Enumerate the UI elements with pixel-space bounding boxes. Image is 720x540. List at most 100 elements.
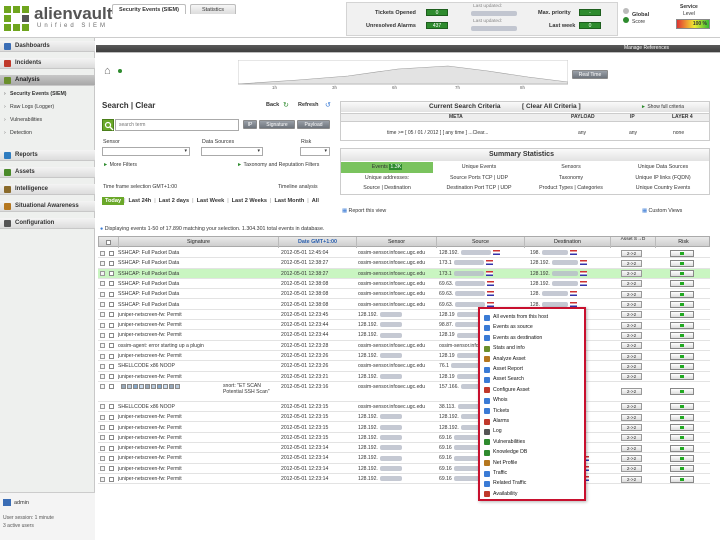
- asset-value[interactable]: 2->2: [621, 424, 642, 431]
- row-checkbox[interactable]: [109, 260, 114, 266]
- row-expand-icon[interactable]: [100, 476, 105, 482]
- event-source[interactable]: 69.63.: [439, 289, 533, 299]
- table-row[interactable]: ossim-agent: error starting up a plugin 2…: [98, 341, 710, 351]
- context-menu-item-traffic[interactable]: Traffic: [484, 469, 507, 478]
- summary-unique-datasources[interactable]: Unique Data Sources: [617, 162, 709, 172]
- asset-value[interactable]: 2->2: [621, 270, 642, 278]
- time-link-last-2-weeks[interactable]: Last 2 Weeks: [229, 197, 270, 205]
- event-sensor[interactable]: 128.192.: [358, 464, 438, 474]
- asset-value[interactable]: 2->2: [621, 403, 642, 411]
- context-menu-item-asset-search[interactable]: Asset Search: [484, 375, 524, 384]
- signature-tag-icon[interactable]: [151, 384, 156, 390]
- event-signature[interactable]: SSHCAP: Full Packet Data: [118, 300, 276, 310]
- signature-tag-icon[interactable]: [127, 384, 132, 390]
- taxonomy-link[interactable]: ► Taxonomy and Reputation Filters: [237, 162, 319, 168]
- context-menu-item-asset-report[interactable]: Asset Report: [484, 365, 523, 374]
- col-risk[interactable]: Risk: [656, 237, 711, 248]
- context-menu-item-vulnerabilities[interactable]: Vulnerabilities: [484, 438, 525, 447]
- manage-references-link[interactable]: Manage References: [624, 45, 669, 51]
- table-row[interactable]: SSHCAP: Full Packet Data 2012-05-01 12:38…: [98, 258, 710, 269]
- sidebar-section-analysis[interactable]: Analysis: [0, 75, 95, 86]
- sidebar-section-assets[interactable]: Assets: [0, 167, 95, 178]
- context-menu-item-tickets[interactable]: Tickets: [484, 407, 509, 416]
- payload-button[interactable]: Payload: [297, 120, 330, 129]
- context-menu-item-net-profile[interactable]: Net Profile: [484, 459, 517, 468]
- row-expand-icon[interactable]: [100, 363, 105, 369]
- row-expand-icon[interactable]: [100, 353, 105, 359]
- row-checkbox[interactable]: [109, 435, 114, 441]
- context-menu-item-whois[interactable]: Whois: [484, 396, 507, 405]
- event-signature[interactable]: SHELLCODE x86 NOOP: [118, 402, 276, 412]
- event-destination[interactable]: 198.: [530, 248, 608, 258]
- event-source[interactable]: 173.1: [439, 269, 533, 279]
- event-destination[interactable]: 128.192.: [530, 258, 608, 268]
- row-checkbox[interactable]: [109, 374, 114, 380]
- refresh-link[interactable]: Refresh: [298, 102, 318, 108]
- row-expand-icon[interactable]: [100, 445, 105, 451]
- row-checkbox[interactable]: [109, 302, 114, 307]
- max-priority-value[interactable]: -: [579, 9, 601, 16]
- context-menu-item-events-as-source[interactable]: Events as source: [484, 323, 533, 332]
- col-select[interactable]: [99, 237, 119, 248]
- row-checkbox[interactable]: [109, 322, 114, 328]
- event-signature[interactable]: juniper-netscreen-fw: Permit: [118, 351, 276, 361]
- row-expand-icon[interactable]: [100, 302, 105, 307]
- refresh-icon[interactable]: ↺: [325, 101, 331, 109]
- col-sensor[interactable]: Sensor: [357, 237, 437, 248]
- event-signature[interactable]: SSHCAP: Full Packet Data: [118, 269, 276, 279]
- select-all-checkbox[interactable]: [106, 240, 111, 245]
- sidebar-item-detection[interactable]: Detection: [4, 130, 32, 136]
- event-destination[interactable]: 128.: [530, 289, 608, 299]
- event-sensor[interactable]: 128.192.: [358, 423, 438, 433]
- row-checkbox[interactable]: [109, 332, 114, 338]
- real-time-button[interactable]: Real Time: [572, 70, 608, 79]
- event-sensor[interactable]: ossim-sensor.infosec.ugc.edu: [358, 402, 438, 412]
- row-checkbox[interactable]: [109, 425, 114, 430]
- signature-tag-icon[interactable]: [169, 384, 174, 390]
- sidebar-section-situational-awareness[interactable]: Situational Awareness: [0, 201, 95, 212]
- back-icon[interactable]: ↻: [283, 101, 289, 109]
- event-sensor[interactable]: 128.192.: [358, 351, 438, 361]
- event-signature[interactable]: juniper-netscreen-fw: Permit: [118, 412, 276, 422]
- context-menu-item-stats-and-info[interactable]: Stats and info: [484, 344, 525, 353]
- event-signature[interactable]: ossim-agent: error starting up a plugin: [118, 341, 276, 351]
- row-checkbox[interactable]: [109, 476, 114, 482]
- row-expand-icon[interactable]: [100, 374, 105, 380]
- event-source[interactable]: 69.63.: [439, 279, 533, 289]
- last-week-value[interactable]: 0: [579, 22, 601, 29]
- sensor-select[interactable]: ▾: [102, 147, 190, 156]
- row-checkbox[interactable]: [109, 455, 114, 461]
- criteria-meta-value[interactable]: time >= [ 05 / 01 / 2012 ] [ any time ] …: [387, 130, 488, 136]
- row-expand-icon[interactable]: [100, 455, 105, 461]
- row-expand-icon[interactable]: [100, 322, 105, 328]
- col-asset[interactable]: Asset S→D: [611, 237, 656, 248]
- search-icon[interactable]: [102, 119, 114, 131]
- asset-value[interactable]: 2->2: [621, 321, 642, 329]
- row-expand-icon[interactable]: [100, 466, 105, 472]
- asset-value[interactable]: 2->2: [621, 331, 642, 339]
- event-sensor[interactable]: ossim-sensor.infosec.ugc.edu: [358, 258, 438, 268]
- summary-sensors[interactable]: Sensors: [525, 162, 617, 172]
- row-checkbox[interactable]: [109, 343, 114, 349]
- search-input[interactable]: [115, 119, 239, 131]
- row-checkbox[interactable]: [109, 271, 114, 277]
- table-row[interactable]: SSHCAP: Full Packet Data 2012-05-01 12:38…: [98, 279, 710, 290]
- asset-value[interactable]: 2->2: [621, 352, 642, 360]
- signature-button[interactable]: Signature: [259, 120, 295, 129]
- asset-value[interactable]: 2->2: [621, 259, 642, 267]
- event-signature[interactable]: juniper-netscreen-fw: Permit: [118, 433, 276, 443]
- row-expand-icon[interactable]: [100, 404, 105, 410]
- event-signature[interactable]: juniper-netscreen-fw: Permit: [118, 310, 276, 320]
- table-row[interactable]: juniper-netscreen-fw: Permit 2012-05-01 1…: [98, 320, 710, 331]
- datasources-select[interactable]: ▾: [201, 147, 263, 156]
- row-checkbox[interactable]: [109, 414, 114, 420]
- unresolved-alarms-value[interactable]: 437: [426, 22, 448, 29]
- time-link-last-week[interactable]: Last Week: [194, 197, 228, 205]
- active-users[interactable]: 3 active users: [3, 523, 34, 529]
- user-name[interactable]: admin: [14, 500, 29, 506]
- event-sensor[interactable]: ossim-sensor.infosec.ugc.edu: [358, 361, 438, 371]
- col-date[interactable]: Date GMT+1:00: [279, 237, 357, 248]
- row-expand-icon[interactable]: [100, 425, 105, 430]
- asset-value[interactable]: 2->2: [621, 413, 642, 421]
- event-sensor[interactable]: 128.192.: [358, 412, 438, 422]
